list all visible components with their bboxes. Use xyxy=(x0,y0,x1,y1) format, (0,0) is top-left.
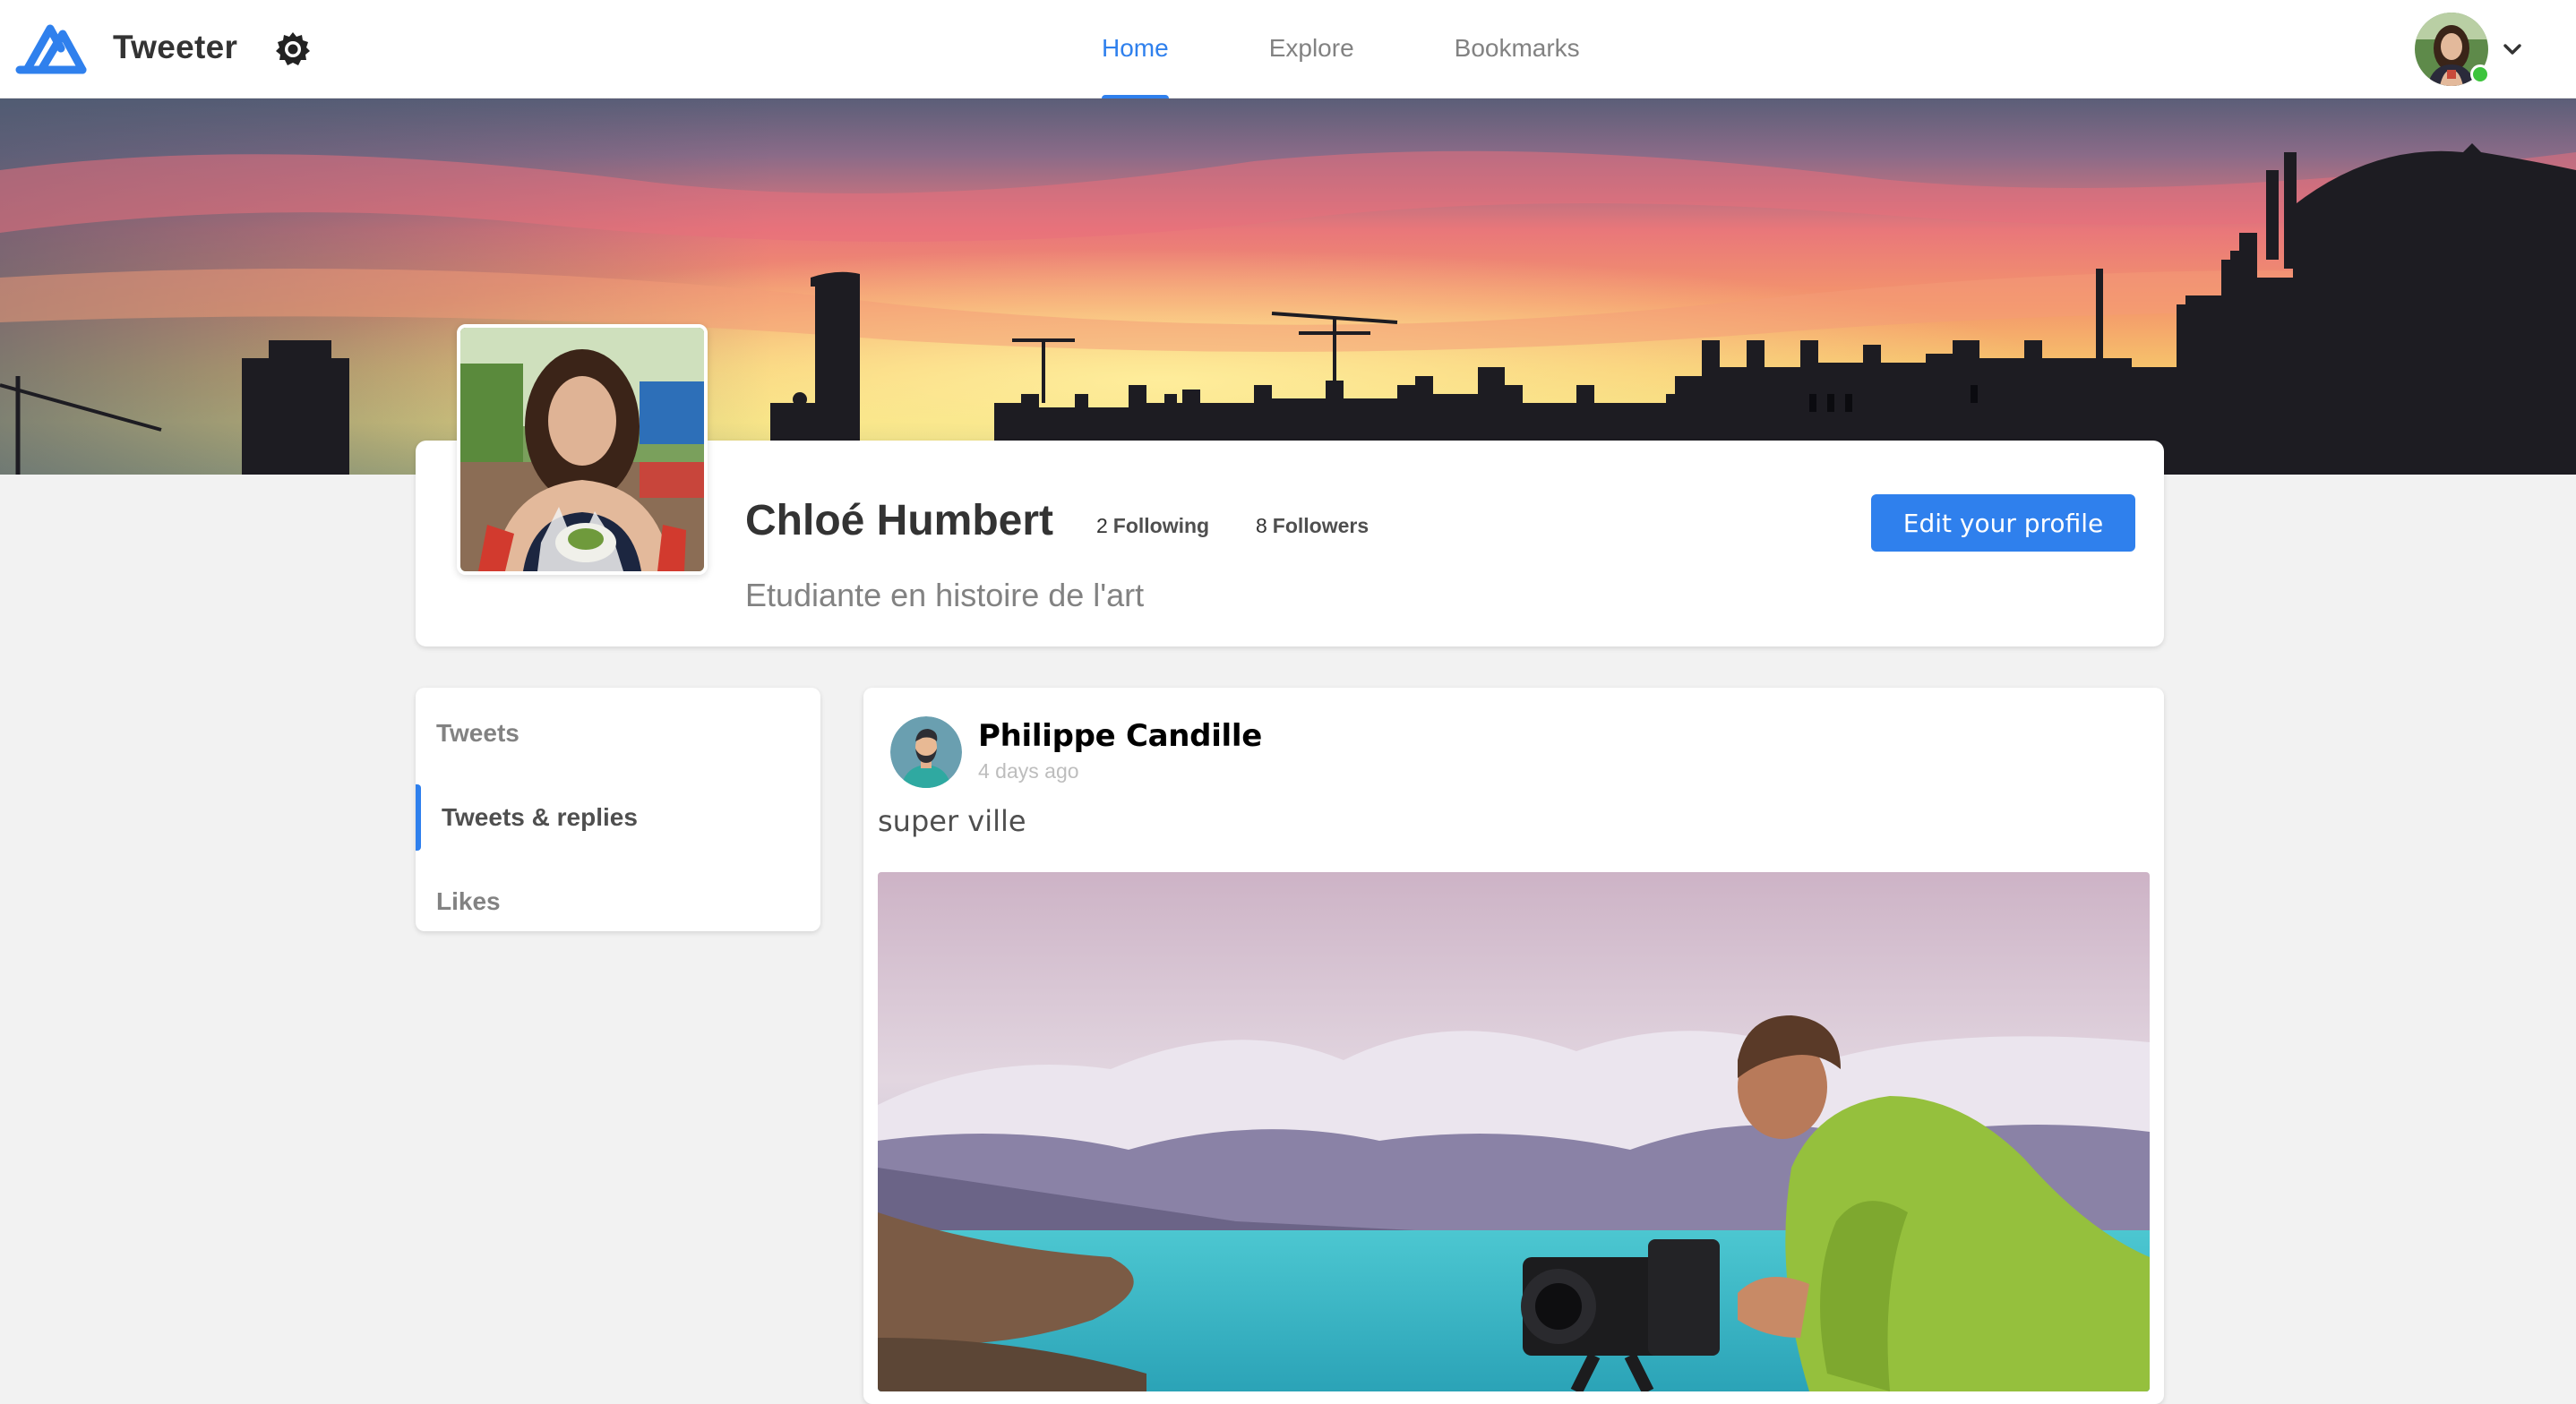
tweet-author-avatar[interactable] xyxy=(890,716,962,788)
brand[interactable]: Tweeter xyxy=(14,20,237,75)
filter-likes[interactable]: Likes xyxy=(416,863,820,940)
profile-name: Chloé Humbert xyxy=(745,497,1054,544)
theme-toggle-button[interactable] xyxy=(274,30,312,68)
filter-tweets-and-replies[interactable]: Tweets & replies xyxy=(416,779,820,856)
edit-profile-button[interactable]: Edit your profile xyxy=(1871,494,2135,552)
top-navigation-bar: Tweeter Home Explore Bookmarks xyxy=(0,0,2576,98)
tweet-filter-menu: Tweets Tweets & replies Likes xyxy=(416,688,820,931)
tweet-timestamp: 4 days ago xyxy=(978,759,1079,783)
user-menu[interactable] xyxy=(2415,13,2522,86)
following-count[interactable]: 2 Following xyxy=(1096,514,1209,538)
chevron-down-icon[interactable] xyxy=(2501,38,2524,61)
app-title: Tweeter xyxy=(113,29,238,65)
following-label: Following xyxy=(1112,514,1210,537)
nav-bookmarks[interactable]: Bookmarks xyxy=(1455,0,1580,98)
profile-photo[interactable] xyxy=(457,324,708,575)
tweet-author-name[interactable]: Philippe Candille xyxy=(978,718,1262,754)
nav-explore[interactable]: Explore xyxy=(1269,0,1354,98)
nav-home[interactable]: Home xyxy=(1102,0,1169,98)
cover-photo xyxy=(0,98,2576,475)
tweet-image-content xyxy=(878,872,2150,1391)
tweeter-logo-icon xyxy=(15,24,87,74)
followers-label: Followers xyxy=(1272,514,1370,537)
gear-icon xyxy=(276,32,310,65)
tweet-image[interactable] xyxy=(878,872,2150,1391)
online-status-badge xyxy=(2470,64,2490,84)
tweet-text: super ville xyxy=(878,804,1026,838)
filter-tweets[interactable]: Tweets xyxy=(416,695,820,772)
cover-image xyxy=(0,98,2576,475)
followers-count[interactable]: 8 Followers xyxy=(1256,514,1369,538)
main-nav: Home Explore Bookmarks xyxy=(1102,0,1680,98)
following-number: 2 xyxy=(1096,514,1108,537)
profile-bio: Etudiante en histoire de l'art xyxy=(745,577,1145,613)
profile-photo-image xyxy=(460,328,704,571)
tweet-author-avatar-image xyxy=(890,716,962,788)
followers-number: 8 xyxy=(1256,514,1267,537)
tweet-card: Philippe Candille 4 days ago super ville xyxy=(863,688,2164,1404)
